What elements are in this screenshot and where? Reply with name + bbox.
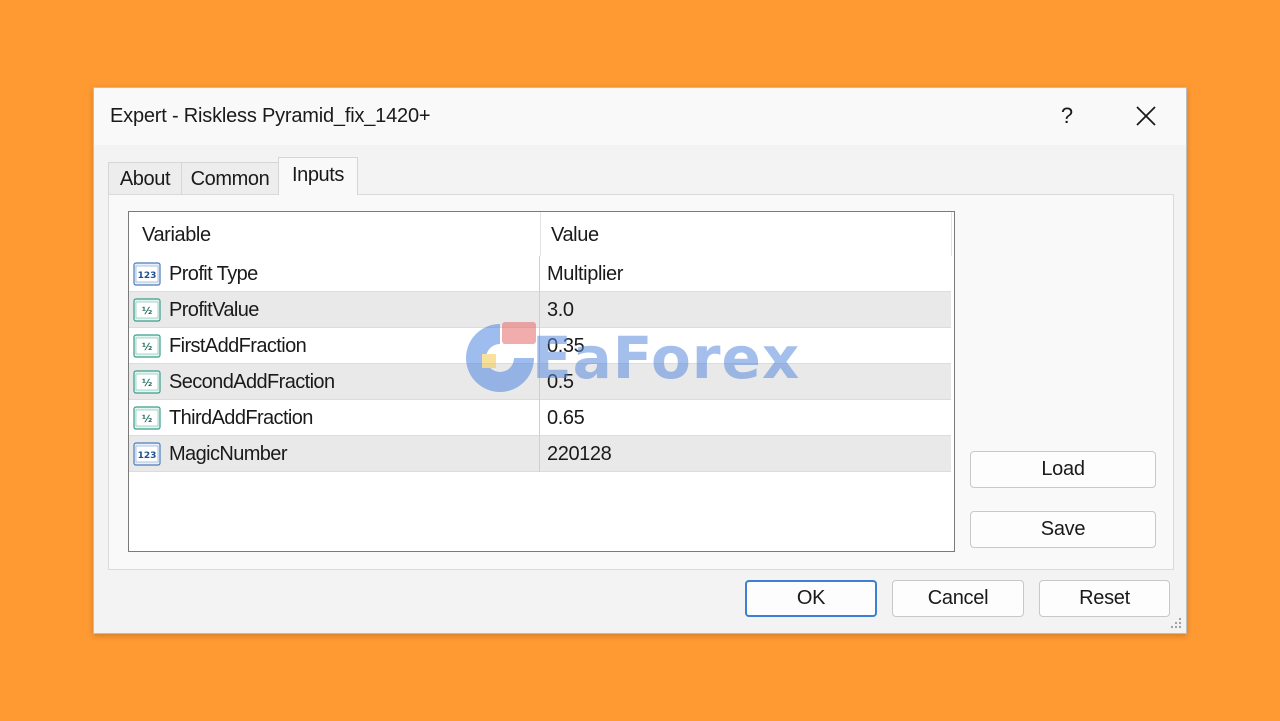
variable-value[interactable]: 3.0 — [547, 292, 574, 328]
tab-common[interactable]: Common — [181, 162, 279, 194]
svg-text:½: ½ — [142, 342, 152, 353]
cell-divider — [539, 364, 540, 400]
cell-divider — [539, 328, 540, 364]
svg-text:123: 123 — [138, 451, 157, 461]
column-divider[interactable] — [540, 212, 541, 256]
table-row[interactable]: ½ ProfitValue 3.0 — [129, 292, 951, 328]
variable-value[interactable]: 0.35 — [547, 328, 585, 364]
double-type-icon: ½ — [133, 370, 161, 394]
ok-button[interactable]: OK — [745, 580, 877, 617]
tab-inputs[interactable]: Inputs — [278, 157, 358, 195]
variable-name: ThirdAddFraction — [169, 407, 313, 429]
variable-name: FirstAddFraction — [169, 335, 307, 357]
variable-value[interactable]: 0.5 — [547, 364, 574, 400]
column-header-value[interactable]: Value — [551, 212, 599, 256]
cell-divider — [539, 292, 540, 328]
svg-text:½: ½ — [142, 414, 152, 425]
grid-rows: 123 Profit Type Multiplier ½ ProfitValue… — [129, 256, 954, 472]
help-button[interactable]: ? — [1052, 100, 1082, 132]
table-row[interactable]: ½ SecondAddFraction 0.5 — [129, 364, 951, 400]
variable-name: MagicNumber — [169, 443, 287, 465]
load-button[interactable]: Load — [970, 451, 1156, 488]
table-row[interactable]: 123 Profit Type Multiplier — [129, 256, 951, 292]
window-title: Expert - Riskless Pyramid_fix_1420+ — [110, 105, 431, 127]
expert-properties-dialog: Expert - Riskless Pyramid_fix_1420+ ? Ab… — [93, 87, 1187, 634]
tab-about[interactable]: About — [108, 162, 182, 194]
column-header-variable[interactable]: Variable — [142, 212, 211, 256]
table-row[interactable]: ½ ThirdAddFraction 0.65 — [129, 400, 951, 436]
cell-divider — [539, 256, 540, 292]
table-row[interactable]: 123 MagicNumber 220128 — [129, 436, 951, 472]
variable-name: Profit Type — [169, 263, 258, 285]
cell-divider — [539, 400, 540, 436]
reset-button[interactable]: Reset — [1039, 580, 1170, 617]
cell-divider — [539, 436, 540, 472]
double-type-icon: ½ — [133, 406, 161, 430]
double-type-icon: ½ — [133, 334, 161, 358]
variable-name: ProfitValue — [169, 299, 259, 321]
title-bar[interactable]: Expert - Riskless Pyramid_fix_1420+ ? — [94, 88, 1186, 145]
variable-value[interactable]: Multiplier — [547, 256, 623, 292]
table-row[interactable]: ½ FirstAddFraction 0.35 — [129, 328, 951, 364]
resize-grip-icon[interactable] — [1169, 616, 1183, 630]
inputs-grid[interactable]: Variable Value 123 Profit Type Multiplie… — [128, 211, 955, 552]
integer-type-icon: 123 — [133, 442, 161, 466]
double-type-icon: ½ — [133, 298, 161, 322]
svg-text:½: ½ — [142, 378, 152, 389]
svg-text:123: 123 — [138, 271, 157, 281]
variable-name: SecondAddFraction — [169, 371, 335, 393]
svg-text:½: ½ — [142, 306, 152, 317]
grid-header: Variable Value — [129, 212, 954, 256]
save-button[interactable]: Save — [970, 511, 1156, 548]
variable-value[interactable]: 220128 — [547, 436, 612, 472]
cancel-button[interactable]: Cancel — [892, 580, 1024, 617]
close-button[interactable] — [1129, 100, 1163, 132]
column-divider — [951, 212, 952, 256]
variable-value[interactable]: 0.65 — [547, 400, 585, 436]
integer-type-icon: 123 — [133, 262, 161, 286]
close-icon — [1136, 106, 1156, 126]
